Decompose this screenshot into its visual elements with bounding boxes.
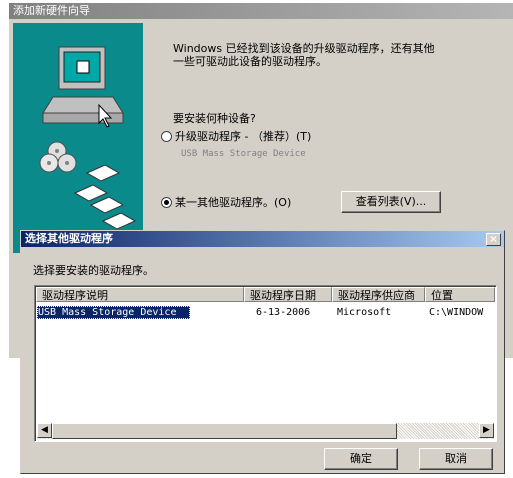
select-other-driver-dialog: 选择其他驱动程序 × 选择要安装的驱动程序。 驱动程序说明 驱动程序日期 驱动程…	[20, 230, 505, 474]
column-header-description[interactable]: 驱动程序说明	[36, 287, 244, 302]
scroll-left-icon[interactable]: ◀	[37, 423, 52, 438]
ok-button[interactable]: 确定	[324, 448, 398, 470]
row-location: C:\WINDOW	[429, 307, 484, 318]
dialog-title-bar: 选择其他驱动程序 ×	[21, 231, 504, 247]
wizard-title: 添加新硬件向导	[13, 4, 90, 17]
upgrade-driver-label[interactable]: 升级驱动程序 - （推荐）(T)	[175, 128, 311, 144]
upgrade-driver-radio[interactable]	[161, 131, 172, 142]
dialog-title: 选择其他驱动程序	[25, 232, 113, 245]
upgrade-driver-device: USB Mass Storage Device	[181, 149, 306, 159]
row-date: 6-13-2006	[256, 307, 311, 318]
scroll-right-icon[interactable]: ▶	[479, 423, 494, 438]
other-driver-radio[interactable]	[161, 197, 172, 208]
wizard-illustration	[13, 23, 143, 253]
column-header-location[interactable]: 位置	[425, 287, 495, 302]
row-description[interactable]: USB Mass Storage Device	[37, 306, 190, 319]
dialog-prompt: 选择要安装的驱动程序。	[33, 264, 154, 277]
wizard-title-bar: 添加新硬件向导	[9, 3, 513, 19]
cancel-button[interactable]: 取消	[419, 448, 493, 470]
computer-and-discs-illustration	[39, 46, 137, 230]
wizard-message-line2: 一些可驱动此设备的驱动程序。	[173, 55, 327, 68]
column-header-date[interactable]: 驱动程序日期	[244, 287, 332, 302]
other-driver-label[interactable]: 某一其他驱动程序。(O)	[175, 194, 291, 210]
view-list-button[interactable]: 查看列表(V)...	[341, 191, 441, 213]
row-vendor: Microsoft	[337, 307, 392, 318]
column-header-vendor[interactable]: 驱动程序供应商	[332, 287, 425, 302]
scroll-thumb[interactable]	[52, 423, 397, 439]
wizard-question: 要安装何种设备?	[173, 112, 256, 125]
close-icon[interactable]: ×	[486, 233, 501, 246]
driver-list[interactable]: 驱动程序说明 驱动程序日期 驱动程序供应商 位置 USB Mass Storag…	[34, 285, 497, 442]
horizontal-scrollbar[interactable]: ◀ ▶	[37, 423, 494, 439]
